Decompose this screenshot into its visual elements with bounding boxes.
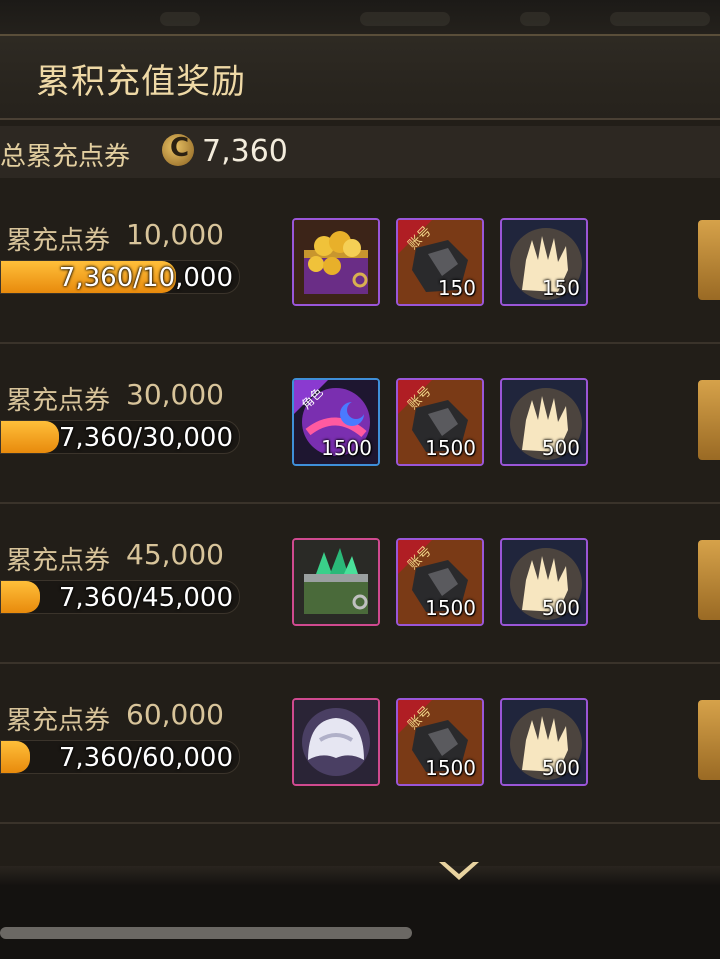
- horizontal-scrollbar[interactable]: [0, 927, 412, 939]
- blurred-coin-icon: [520, 12, 550, 26]
- reward-item[interactable]: [292, 538, 380, 626]
- reward-item[interactable]: 500: [500, 698, 588, 786]
- list-bottom-edge: [0, 866, 720, 886]
- item-qty: 1500: [425, 596, 476, 620]
- blurred-status-text: [160, 12, 200, 26]
- item-qty: 1500: [321, 436, 372, 460]
- claim-button[interactable]: [698, 540, 720, 620]
- tier-amount: 10,000: [126, 218, 224, 251]
- tier-amount: 60,000: [126, 698, 224, 731]
- item-qty: 500: [541, 596, 580, 620]
- item-qty: 150: [437, 276, 476, 300]
- reward-item[interactable]: 账号 150: [396, 218, 484, 306]
- reward-row: 累充点券 30,000 7,360/30,000 角色 1500 账号 1500…: [0, 346, 720, 504]
- total-value: 7,360: [202, 134, 288, 169]
- title-bar: 累积充值奖励: [0, 36, 720, 120]
- claim-button[interactable]: [698, 700, 720, 780]
- reward-item[interactable]: 账号 1500: [396, 378, 484, 466]
- tier-label: 累充点券: [6, 226, 111, 256]
- tier-amount: 45,000: [126, 538, 224, 571]
- progress-bar: 7,360/30,000: [0, 420, 240, 454]
- white-helmet-icon: [294, 700, 378, 784]
- claim-button[interactable]: [698, 220, 720, 300]
- reward-row: 累充点券 10,000 7,360/10,000 账号 150 150: [0, 186, 720, 344]
- claim-button[interactable]: [698, 380, 720, 460]
- tier-amount: 30,000: [126, 378, 224, 411]
- page-title: 累积充值奖励: [36, 62, 246, 102]
- tier-label: 累充点券: [6, 386, 111, 416]
- cumulative-recharge-panel: 累积充值奖励 总累充点券 C 7,360 累充点券 10,000 7,360/1…: [0, 34, 720, 872]
- reward-item[interactable]: 账号 1500: [396, 698, 484, 786]
- progress-bar: 7,360/45,000: [0, 580, 240, 614]
- emerald-chest-icon: [294, 540, 378, 624]
- reward-item[interactable]: 500: [500, 378, 588, 466]
- progress-text: 7,360/10,000: [58, 263, 233, 293]
- total-label: 总累充点券: [0, 142, 131, 172]
- item-qty: 1500: [425, 436, 476, 460]
- reward-item[interactable]: 150: [500, 218, 588, 306]
- blurred-status-text: [360, 12, 450, 26]
- reward-item[interactable]: [292, 698, 380, 786]
- treasure-chest-gold-icon: [294, 220, 378, 304]
- item-qty: 150: [541, 276, 580, 300]
- top-status-bar: [0, 0, 720, 34]
- total-recharge-bar: 总累充点券 C 7,360: [0, 126, 720, 178]
- coupon-coin-glyph: C: [170, 133, 190, 163]
- item-qty: 500: [541, 436, 580, 460]
- progress-bar: 7,360/10,000: [0, 260, 240, 294]
- scroll-down-chevron-icon[interactable]: [437, 858, 481, 886]
- tier-label: 累充点券: [6, 546, 111, 576]
- blurred-status-text: [610, 12, 710, 26]
- reward-row: 累充点券 60,000 7,360/60,000 账号 1500 500: [0, 666, 720, 824]
- tier-label: 累充点券: [6, 706, 111, 736]
- progress-text: 7,360/60,000: [58, 743, 233, 773]
- reward-item[interactable]: 账号 1500: [396, 538, 484, 626]
- progress-text: 7,360/45,000: [58, 583, 233, 613]
- reward-row: 累充点券 45,000 7,360/45,000 账号 1500 500: [0, 506, 720, 664]
- reward-item[interactable]: [292, 218, 380, 306]
- item-qty: 500: [541, 756, 580, 780]
- item-qty: 1500: [425, 756, 476, 780]
- progress-text: 7,360/30,000: [58, 423, 233, 453]
- progress-bar: 7,360/60,000: [0, 740, 240, 774]
- reward-item[interactable]: 角色 1500: [292, 378, 380, 466]
- reward-item[interactable]: 500: [500, 538, 588, 626]
